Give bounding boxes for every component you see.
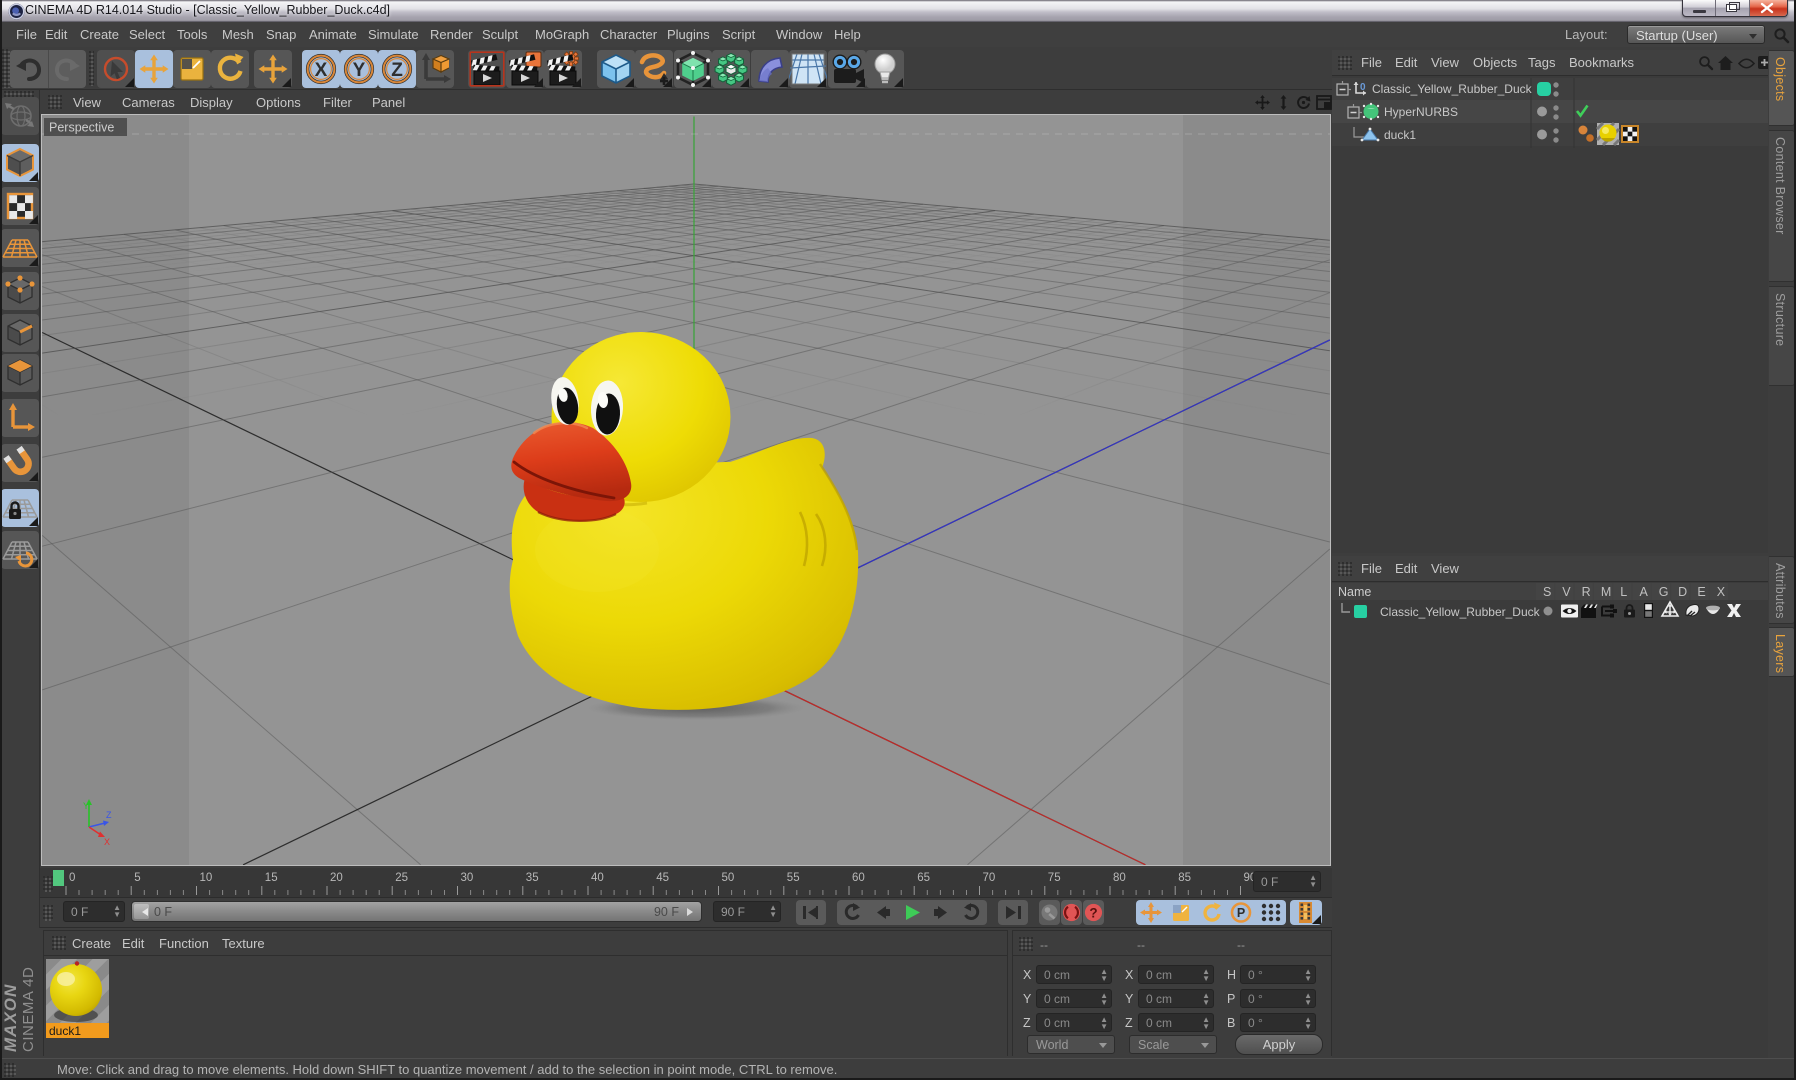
svg-text:30: 30	[461, 872, 474, 884]
svg-text:70: 70	[983, 872, 996, 884]
svg-text:E: E	[1697, 585, 1705, 599]
svg-text:55: 55	[787, 872, 800, 884]
svg-text:75: 75	[1048, 872, 1061, 884]
svg-text:45: 45	[656, 872, 669, 884]
svg-text:Classic_Yellow_Rubber_Duck: Classic_Yellow_Rubber_Duck	[1372, 82, 1533, 96]
svg-text:65: 65	[917, 872, 930, 884]
svg-text:85: 85	[1178, 872, 1191, 884]
svg-text:X: X	[1717, 585, 1726, 599]
svg-text:G: G	[1659, 585, 1669, 599]
svg-text:Y: Y	[83, 801, 89, 811]
svg-text:40: 40	[591, 872, 604, 884]
svg-text:duck1: duck1	[1384, 128, 1416, 142]
svg-text:V: V	[1562, 585, 1571, 599]
svg-text:L: L	[1620, 585, 1627, 599]
svg-text:10: 10	[200, 872, 213, 884]
svg-text:M: M	[1601, 585, 1611, 599]
svg-text:Perspective: Perspective	[49, 121, 114, 135]
svg-text:P: P	[1237, 906, 1245, 920]
svg-text:X: X	[104, 837, 110, 847]
svg-text:15: 15	[265, 872, 278, 884]
svg-text:0: 0	[69, 872, 75, 884]
svg-text:R: R	[1582, 585, 1591, 599]
svg-text:0: 0	[1360, 82, 1366, 93]
svg-text:?: ?	[1089, 906, 1097, 921]
svg-text:20: 20	[330, 872, 343, 884]
svg-text:25: 25	[395, 872, 408, 884]
svg-text:35: 35	[526, 872, 539, 884]
svg-text:S: S	[1543, 585, 1551, 599]
svg-text:50: 50	[722, 872, 735, 884]
svg-text:5: 5	[134, 872, 140, 884]
svg-text:D: D	[1678, 585, 1687, 599]
svg-text:Y: Y	[353, 60, 366, 81]
svg-text:Classic_Yellow_Rubber_Duck: Classic_Yellow_Rubber_Duck	[1380, 605, 1541, 619]
svg-text:X: X	[315, 60, 328, 81]
svg-text:A: A	[1640, 585, 1649, 599]
svg-text:Z: Z	[391, 60, 403, 81]
svg-text:80: 80	[1113, 872, 1126, 884]
svg-text:60: 60	[852, 872, 865, 884]
svg-text:HyperNURBS: HyperNURBS	[1384, 105, 1458, 119]
svg-text:Z: Z	[106, 810, 112, 820]
svg-text:Name: Name	[1338, 585, 1371, 599]
